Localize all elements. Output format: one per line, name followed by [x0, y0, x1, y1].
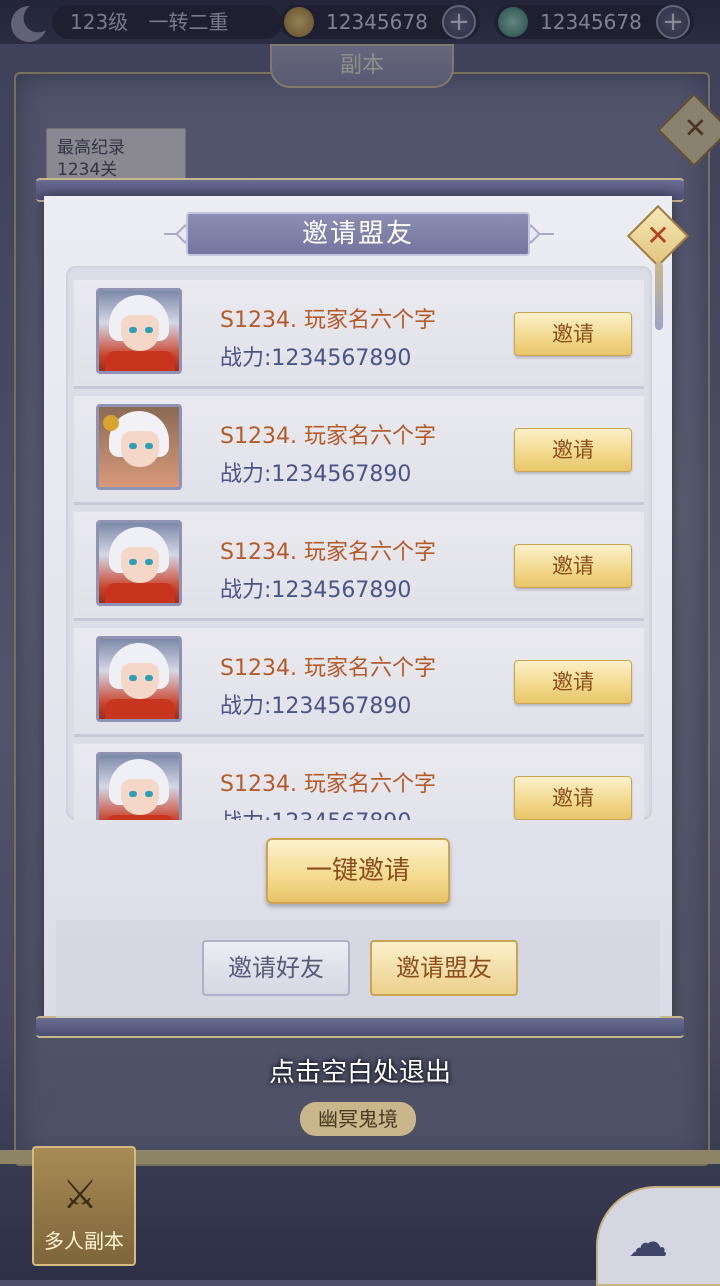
player-list[interactable]: S1234. 玩家名六个字 战力:1234567890 邀请 S1234. 玩家…: [66, 266, 652, 820]
list-item: S1234. 玩家名六个字 战力:1234567890 邀请: [74, 396, 644, 505]
dungeon-name[interactable]: 幽冥鬼境: [300, 1102, 416, 1136]
multiplayer-label: 多人副本: [44, 1229, 124, 1253]
player-power: 战力:1234567890: [220, 694, 412, 719]
tab-strip: [56, 920, 660, 1018]
list-item: S1234. 玩家名六个字 战力:1234567890 邀请: [74, 744, 644, 820]
exit-hint: 点击空白处退出: [268, 1058, 451, 1088]
tassel-ornament: [655, 262, 663, 330]
invite-button[interactable]: 邀请: [514, 428, 632, 472]
player-name: S1234. 玩家名六个字: [220, 424, 436, 449]
invite-button[interactable]: 邀请: [514, 312, 632, 356]
close-icon: ✕: [646, 219, 670, 252]
player-name: S1234. 玩家名六个字: [220, 772, 436, 797]
dialog-title: 邀请盟友: [186, 212, 530, 256]
invite-button[interactable]: 邀请: [514, 544, 632, 588]
cloud-menu-button[interactable]: ☁: [596, 1186, 720, 1286]
tab-invite-friends[interactable]: 邀请好友: [202, 940, 350, 996]
tab-invite-allies[interactable]: 邀请盟友: [370, 940, 518, 996]
player-name: S1234. 玩家名六个字: [220, 308, 436, 333]
player-avatar: [96, 520, 182, 606]
player-power: 战力:1234567890: [220, 462, 412, 487]
multiplayer-dungeon-button[interactable]: ⚔ 多人副本: [32, 1146, 136, 1266]
crossed-swords-icon: ⚔: [62, 1172, 98, 1218]
one-key-invite-button[interactable]: 一键邀请: [266, 838, 450, 904]
cloud-icon: ☁: [628, 1220, 668, 1266]
list-item: S1234. 玩家名六个字 战力:1234567890 邀请: [74, 280, 644, 389]
list-item: S1234. 玩家名六个字 战力:1234567890 邀请: [74, 628, 644, 737]
player-power: 战力:1234567890: [220, 578, 412, 603]
invite-button[interactable]: 邀请: [514, 776, 632, 820]
player-avatar: [96, 404, 182, 490]
player-avatar: [96, 636, 182, 722]
player-avatar: [96, 288, 182, 374]
player-avatar: [96, 752, 182, 820]
invite-button[interactable]: 邀请: [514, 660, 632, 704]
player-power: 战力:1234567890: [220, 804, 411, 820]
player-name: S1234. 玩家名六个字: [220, 656, 436, 681]
scroll-rod-bottom: [36, 1016, 684, 1038]
list-item: S1234. 玩家名六个字 战力:1234567890 邀请: [74, 512, 644, 621]
player-power: 战力:1234567890: [220, 346, 412, 371]
player-name: S1234. 玩家名六个字: [220, 540, 436, 565]
